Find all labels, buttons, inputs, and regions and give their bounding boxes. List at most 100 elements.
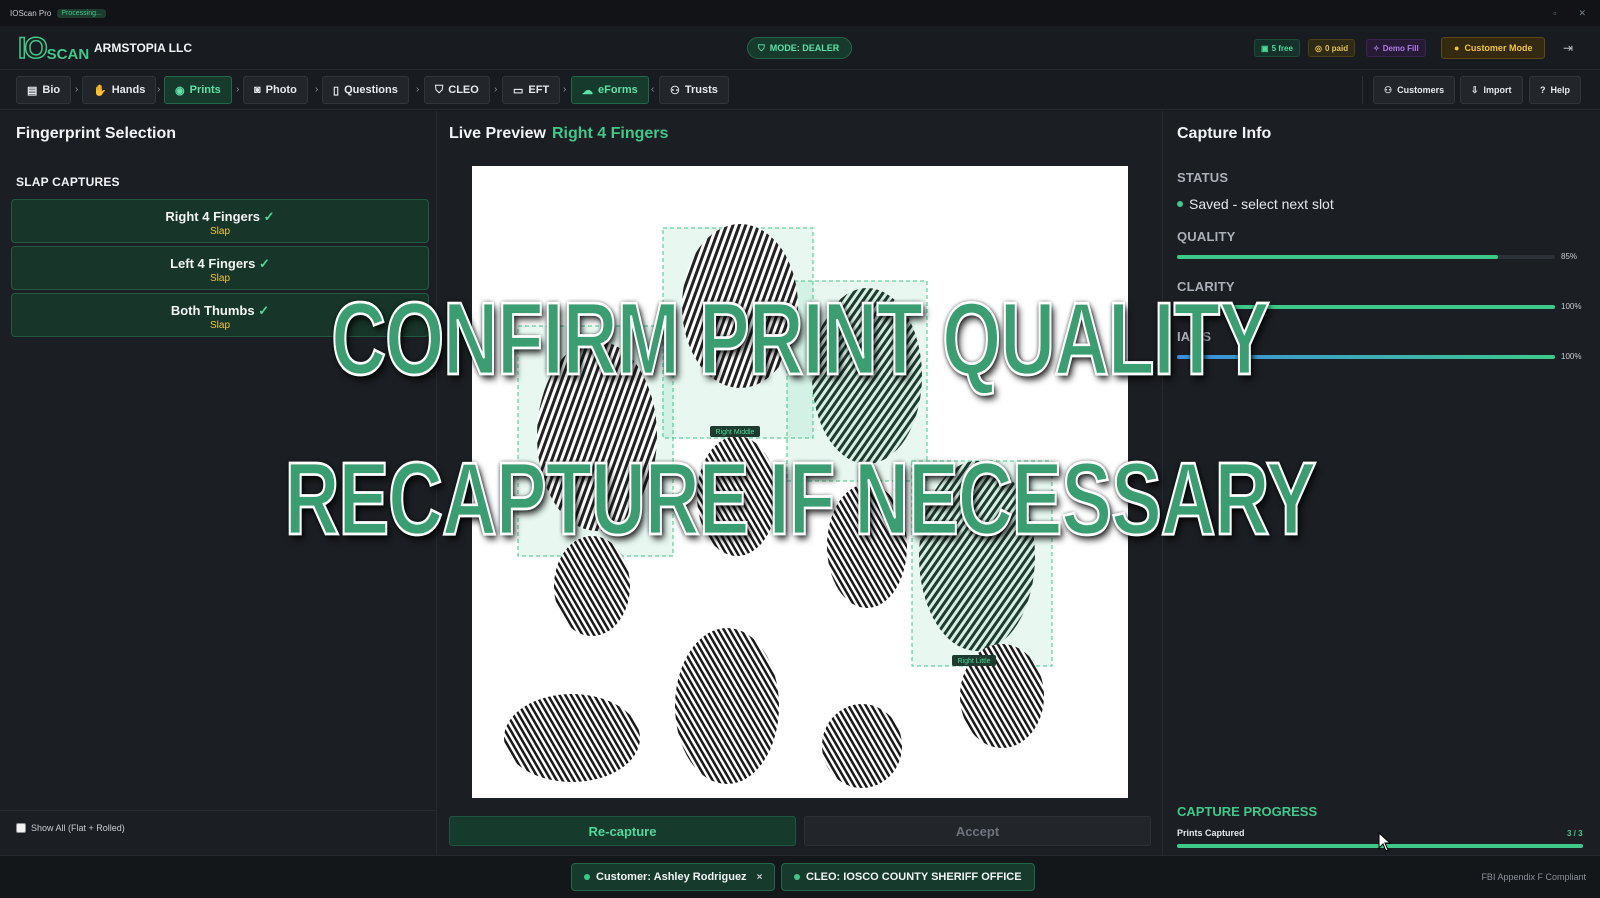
tab-cleo[interactable]: ⛉ CLEO — [424, 76, 490, 104]
chevron-right-icon: › — [494, 84, 498, 95]
slot-left-4-fingers[interactable]: Left 4 Fingers ✓ Slap — [11, 246, 429, 290]
workflow-nav: ▤ Bio › ✋ Hands › ◉ Prints › ◙ Photo › ▯ Ques… — [0, 70, 1600, 110]
check-icon: ✓ — [258, 303, 270, 318]
slot-right-4-fingers[interactable]: Right 4 Fingers ✓ Slap — [11, 199, 429, 243]
free-credits-chip[interactable]: ▣ 5 free — [1254, 39, 1300, 57]
accept-button[interactable]: Accept — [804, 816, 1151, 846]
status-footer: Customer: Ashley Rodriguez × CLEO: IOSCO… — [0, 855, 1600, 898]
chevron-right-icon: › — [75, 84, 79, 95]
section-label: SLAP CAPTURES — [16, 175, 120, 189]
app-logo: IO SCAN — [17, 32, 90, 65]
logout-icon[interactable]: ⇥ — [1563, 41, 1573, 55]
tab-photo[interactable]: ◙ Photo — [243, 76, 308, 104]
fingerprint-little — [919, 461, 1035, 651]
iafis-fill — [1177, 355, 1555, 359]
clarity-fill — [1177, 305, 1555, 309]
tab-questions[interactable]: ▯ Questions — [322, 76, 409, 104]
title-bar: IOScan Pro Processing... ▫ ✕ — [0, 0, 1600, 26]
tab-hands[interactable]: ✋ Hands — [82, 76, 157, 104]
minimize-icon[interactable]: ▫ — [1553, 8, 1556, 19]
id-card-icon: ▤ — [27, 84, 38, 97]
capture-progress-title: CAPTURE PROGRESS — [1177, 804, 1318, 819]
shield-icon: ⛉ — [758, 42, 765, 53]
check-icon: ✓ — [263, 209, 275, 224]
users-icon: ⚇ — [670, 84, 680, 97]
prints-captured-label: Prints Captured — [1177, 828, 1245, 838]
recapture-button[interactable]: Re-capture — [449, 816, 796, 846]
check-icon: ✓ — [258, 256, 270, 271]
fingerprint-preview[interactable]: Right Middle Right Little — [472, 166, 1128, 798]
coin-icon: ◎ — [1315, 43, 1322, 53]
clipboard-icon: ▯ — [333, 84, 340, 97]
compliance-note: FBI Appendix F Compliant — [1481, 872, 1586, 882]
chevron-right-icon: › — [315, 84, 319, 95]
chevron-right-icon: › — [157, 84, 161, 95]
iafis-bar — [1177, 355, 1555, 359]
quality-bar — [1177, 255, 1555, 259]
users-icon: ⚇ — [1384, 84, 1393, 95]
mode-badge[interactable]: ⛉ MODE: DEALER — [747, 37, 853, 59]
fingerprint-selection-panel: Fingerprint Selection SLAP CAPTURES Righ… — [0, 111, 437, 855]
chevron-right-icon: › — [416, 84, 420, 95]
tab-prints[interactable]: ◉ Prints — [164, 76, 232, 104]
gift-icon: ▣ — [1261, 43, 1269, 53]
divider — [0, 810, 436, 811]
chevron-right-icon: › — [236, 84, 240, 95]
camera-icon: ◙ — [254, 84, 261, 96]
app-header: IO SCAN ARMSTOPIA LLC ⛉ MODE: DEALER ▣ 5… — [0, 26, 1600, 70]
fingerprint-icon: ◉ — [175, 84, 185, 97]
show-all-checkbox[interactable]: Show All (Flat + Rolled) — [16, 823, 125, 833]
clarity-bar — [1177, 305, 1555, 309]
app-title: IOScan Pro — [10, 8, 52, 18]
fingerprint-ring — [812, 288, 922, 464]
help-button[interactable]: ? Help — [1529, 76, 1582, 104]
quality-percent: 85% — [1561, 252, 1578, 261]
label-right-middle: Right Middle — [716, 429, 755, 436]
quality-label: QUALITY — [1177, 229, 1236, 244]
clarity-percent: 100% — [1561, 302, 1582, 311]
slot-both-thumbs[interactable]: Both Thumbs ✓ Slap — [11, 293, 429, 337]
capture-info-panel: Capture Info STATUS Saved - select next … — [1163, 111, 1600, 855]
tab-eft[interactable]: ▭ EFT — [502, 76, 561, 104]
finger-segment — [697, 436, 777, 556]
status-value: Saved - select next slot — [1177, 196, 1334, 212]
finger-segment — [675, 628, 779, 784]
checkbox-icon[interactable] — [16, 823, 26, 833]
mouse-cursor-icon — [1378, 832, 1392, 852]
live-preview-panel: Live Preview Right 4 Fingers Right Middl… — [437, 111, 1163, 855]
import-icon: ⇩ — [1471, 84, 1479, 95]
quality-fill — [1177, 255, 1499, 259]
iafis-percent: 100% — [1561, 352, 1582, 361]
demo-fill-button[interactable]: ✧ Demo Fill — [1366, 39, 1426, 57]
iafis-label: IAFIS — [1177, 329, 1212, 344]
finger-segment — [822, 704, 902, 788]
clarity-label: CLARITY — [1177, 279, 1235, 294]
label-right-little: Right Little — [957, 658, 990, 665]
close-icon[interactable]: × — [757, 872, 763, 883]
close-window-icon[interactable]: ✕ — [1578, 8, 1586, 19]
finger-segment — [827, 484, 907, 608]
finger-segment — [504, 694, 640, 782]
customer-mode-button[interactable]: ● Customer Mode — [1441, 37, 1546, 59]
hand-icon: ✋ — [93, 84, 107, 97]
file-icon: ▭ — [513, 84, 524, 97]
import-button[interactable]: ⇩ Import — [1460, 76, 1523, 104]
preview-title: Live Preview Right 4 Fingers — [449, 125, 669, 142]
tab-trusts[interactable]: ⚇ Trusts — [659, 76, 729, 104]
panel-title: Capture Info — [1177, 125, 1272, 142]
customers-button[interactable]: ⚇ Customers — [1373, 76, 1456, 104]
preview-actions: Re-capture Accept — [449, 816, 1151, 846]
chevron-right-icon: › — [563, 84, 567, 95]
nav-divider — [1362, 76, 1363, 104]
company-name: ARMSTOPIA LLC — [94, 41, 192, 55]
tab-eforms[interactable]: ☁ eForms — [571, 76, 649, 104]
cleo-chip[interactable]: CLEO: IOSCO COUNTY SHERIFF OFFICE — [781, 863, 1035, 891]
paid-credits-chip[interactable]: ◎ 0 paid — [1308, 39, 1356, 57]
prints-captured-count: 3 / 3 — [1567, 829, 1583, 838]
panel-title: Fingerprint Selection — [16, 125, 177, 142]
customer-chip[interactable]: Customer: Ashley Rodriguez × — [571, 863, 776, 891]
cloud-icon: ☁ — [582, 84, 593, 97]
tab-bio[interactable]: ▤ Bio — [16, 76, 72, 104]
finger-segment — [554, 536, 630, 636]
fingerprint-index — [537, 341, 657, 531]
